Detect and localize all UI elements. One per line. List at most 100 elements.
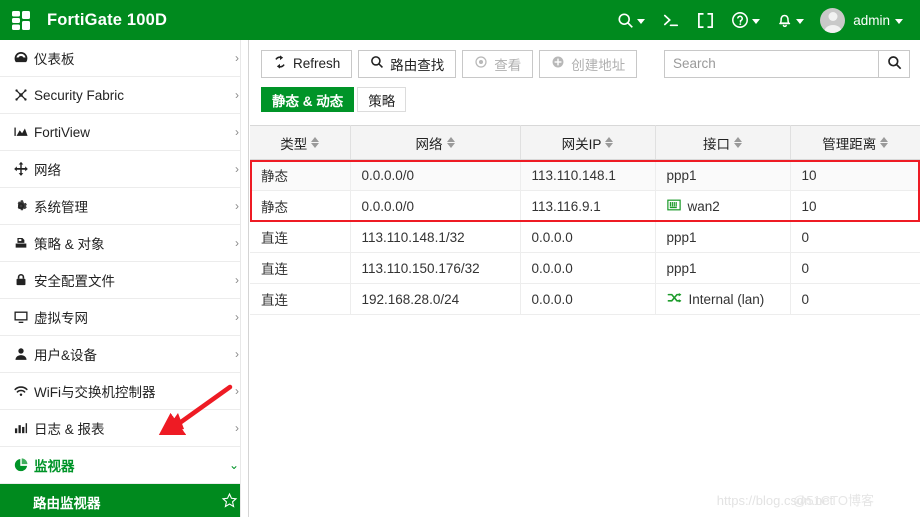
cli-console-icon: [662, 12, 680, 28]
wifi-icon: [13, 383, 34, 399]
cell-type: 直连: [250, 221, 351, 253]
cell-network: 192.168.28.0/24: [350, 283, 521, 315]
page-title: FortiGate 100D: [47, 10, 168, 29]
sidebar-item-security-fabric[interactable]: Security Fabric ›: [0, 77, 248, 114]
column-header-interface[interactable]: 接口: [655, 125, 791, 160]
table-row[interactable]: 静态 0.0.0.0/0 113.116.9.1 wan2 10: [250, 190, 920, 222]
search-icon: [370, 55, 384, 72]
search-icon-button[interactable]: [610, 0, 652, 40]
column-header-distance[interactable]: 管理距离: [790, 125, 920, 160]
sidebar-item-vpn[interactable]: 虚拟专网 ›: [0, 299, 248, 336]
column-label: 网络: [415, 136, 443, 152]
table-row[interactable]: 直连 192.168.28.0/24 0.0.0.0 Internal (lan…: [250, 283, 920, 315]
sidebar-item-log-report[interactable]: 日志 & 报表 ›: [0, 410, 248, 447]
route-lookup-label: 路由查找: [390, 57, 445, 73]
fullscreen-button[interactable]: [690, 0, 721, 40]
system-gear-icon: [13, 198, 34, 214]
chevron-right-icon: ›: [235, 273, 239, 287]
search-input[interactable]: [664, 49, 878, 78]
search-submit-button[interactable]: [878, 49, 910, 78]
watermark: https://blog.csdn.net@51CTO博客: [717, 490, 914, 509]
table-row[interactable]: 静态 0.0.0.0/0 113.110.148.1 ppp1 10: [250, 159, 920, 191]
create-address-button: 创建地址: [539, 49, 638, 78]
cell-distance: 0: [790, 283, 920, 315]
sidebar-item-wifi-switch-controller[interactable]: WiFi与交换机控制器 ›: [0, 373, 248, 410]
tab-policy[interactable]: 策略: [357, 87, 407, 112]
cell-type: 静态: [250, 159, 351, 191]
chevron-right-icon: ›: [235, 199, 239, 213]
sidebar-item-label: Security Fabric: [34, 87, 125, 103]
view-label: 查看: [494, 57, 522, 73]
sidebar-item-label: 虚拟专网: [34, 311, 88, 326]
route-type-tabs: 静态 & 动态 策略: [250, 87, 920, 116]
monitor-pie-icon: [13, 457, 34, 473]
route-lookup-button[interactable]: 路由查找: [358, 49, 457, 78]
fortinet-logo-icon: [12, 10, 38, 30]
refresh-label: Refresh: [293, 56, 341, 71]
column-header-gateway-ip[interactable]: 网关IP: [520, 125, 656, 160]
sidebar-item-monitor[interactable]: 监视器 ⌄: [0, 447, 248, 484]
chevron-right-icon: ›: [235, 88, 239, 102]
routing-table: 类型 网络 网关IP 接口 管理距离 静态 0.0.0.0/0 113.110.…: [250, 125, 920, 315]
dashboard-gauge-icon: [13, 50, 34, 66]
cell-gateway: 0.0.0.0: [520, 252, 656, 284]
column-label: 管理距离: [822, 136, 877, 152]
notification-button[interactable]: [770, 0, 811, 40]
column-header-type[interactable]: 类型: [250, 125, 351, 160]
cell-interface: ppp1: [655, 252, 791, 284]
sidebar-item-security-profiles[interactable]: 安全配置文件 ›: [0, 262, 248, 299]
refresh-button[interactable]: Refresh: [261, 49, 353, 78]
cell-interface: ppp1: [655, 159, 791, 191]
cell-type: 直连: [250, 283, 351, 315]
sidebar-item-fortiview[interactable]: FortiView ›: [0, 114, 248, 151]
user-menu-button[interactable]: admin: [814, 0, 910, 40]
main-content: Refresh 路由查找 查看 创建地址 Search 静态 & 动态 策略 类…: [250, 40, 920, 517]
sidebar-item-network[interactable]: 网络 ›: [0, 151, 248, 188]
routing-toolbar: Refresh 路由查找 查看 创建地址 Search: [250, 40, 920, 87]
view-button: 查看: [462, 49, 534, 78]
tab-label: 策略: [368, 93, 396, 109]
sidebar-item-label: WiFi与交换机控制器: [34, 385, 156, 400]
watermark-site: @51CTO博客: [793, 493, 874, 508]
cell-distance: 0: [790, 221, 920, 253]
sidebar-item-policy-objects[interactable]: 策略 & 对象 ›: [0, 225, 248, 262]
header-actions: admin: [610, 0, 910, 40]
sidebar-item-user-device[interactable]: 用户&设备 ›: [0, 336, 248, 373]
sidebar-item-dashboard[interactable]: 仪表板 ›: [0, 40, 248, 77]
chevron-down-icon: [796, 18, 805, 24]
tab-label: 静态 & 动态: [272, 93, 344, 109]
cell-gateway: 113.116.9.1: [520, 190, 656, 222]
cell-network: 113.110.148.1/32: [350, 221, 521, 253]
interface-label: Internal (lan): [688, 291, 765, 307]
cell-gateway: 0.0.0.0: [520, 221, 656, 253]
favorite-star-icon[interactable]: [221, 492, 238, 512]
sidebar-subitem-routing-monitor[interactable]: 路由监视器: [0, 484, 248, 517]
sidebar-navigation: 仪表板 › Security Fabric › FortiView › 网络 ›…: [0, 40, 249, 517]
cell-type: 静态: [250, 190, 351, 222]
security-profile-lock-icon: [13, 272, 34, 288]
sidebar-item-label: 系统管理: [34, 200, 88, 215]
ethernet-port-icon: [666, 198, 681, 215]
plus-circle-icon: [551, 55, 565, 72]
top-header-bar: FortiGate 100D admin: [0, 0, 920, 40]
table-row[interactable]: 直连 113.110.150.176/32 0.0.0.0 ppp1 0: [250, 252, 920, 284]
help-icon: [731, 11, 749, 29]
chevron-right-icon: ›: [235, 347, 239, 361]
search-box: [664, 49, 910, 78]
chevron-right-icon: ›: [235, 125, 239, 139]
network-move-icon: [13, 161, 34, 177]
cell-network: 0.0.0.0/0: [350, 190, 521, 222]
cli-console-button[interactable]: [655, 0, 687, 40]
column-header-network[interactable]: 网络: [350, 125, 521, 160]
create-address-label: 创建地址: [571, 57, 626, 73]
chevron-right-icon: ›: [235, 51, 239, 65]
cell-type: 直连: [250, 252, 351, 284]
cell-network: 113.110.150.176/32: [350, 252, 521, 284]
tab-static-dynamic[interactable]: 静态 & 动态: [261, 87, 355, 112]
sidebar-item-system[interactable]: 系统管理 ›: [0, 188, 248, 225]
interface-label: ppp1: [666, 260, 697, 276]
table-row[interactable]: 直连 113.110.148.1/32 0.0.0.0 ppp1 0: [250, 221, 920, 253]
sidebar-item-label: FortiView: [34, 124, 91, 140]
help-button[interactable]: [724, 0, 767, 40]
sidebar-scrollbar[interactable]: [240, 40, 248, 517]
